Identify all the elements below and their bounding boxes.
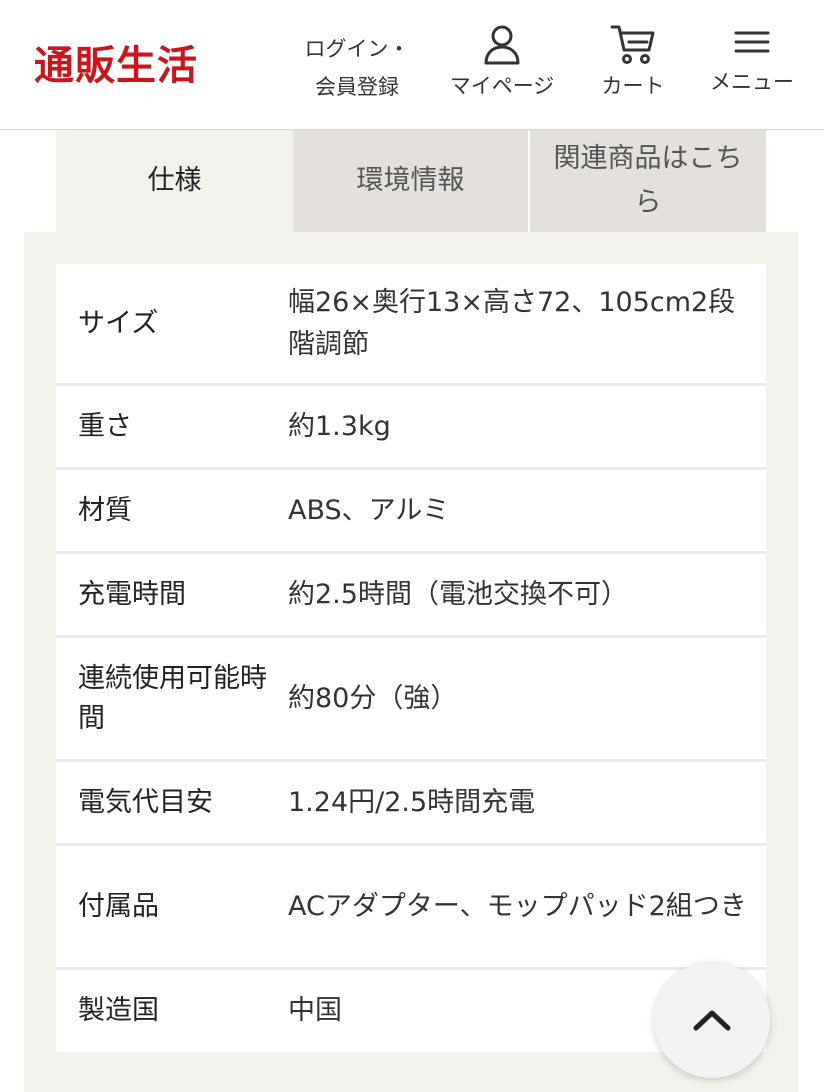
- spec-label: サイズ: [78, 307, 159, 339]
- spec-value: 幅26×奥行13×高さ72、105cm2段階調節: [288, 286, 736, 360]
- spec-tabs: 仕様 環境情報 関連商品はこちら: [56, 130, 766, 232]
- table-row: 連続使用可能時間 約80分（強）: [56, 638, 766, 762]
- spec-label: 充電時間: [78, 578, 186, 610]
- table-row: 付属品 ACアダプター、モップパッド2組つき: [56, 846, 766, 970]
- register-label: 会員登録: [315, 75, 399, 99]
- cart-link[interactable]: カート: [590, 22, 676, 100]
- chevron-up-icon: [693, 1010, 731, 1031]
- table-row: 材質 ABS、アルミ: [56, 470, 766, 554]
- site-header: 通販生活 ログイン・ 会員登録 マイページ カート メニュー: [0, 0, 824, 130]
- hamburger-icon: [734, 31, 770, 53]
- spec-value: ABS、アルミ: [288, 494, 450, 526]
- spec-label: 付属品: [78, 890, 159, 922]
- spec-label: 材質: [78, 494, 132, 526]
- spec-table: サイズ 幅26×奥行13×高さ72、105cm2段階調節 重さ 約1.3kg 材…: [56, 264, 766, 1052]
- menu-button[interactable]: メニュー: [700, 30, 804, 96]
- mypage-label: マイページ: [449, 74, 555, 98]
- table-row: 重さ 約1.3kg: [56, 386, 766, 470]
- cart-label: カート: [601, 74, 665, 98]
- table-row: 充電時間 約2.5時間（電池交換不可）: [56, 554, 766, 638]
- menu-label: メニュー: [710, 70, 794, 94]
- site-logo[interactable]: 通販生活: [34, 42, 198, 90]
- back-to-top-button[interactable]: [654, 962, 770, 1078]
- spec-value: 約80分（強）: [288, 682, 458, 714]
- spec-value: ACアダプター、モップパッド2組つき: [288, 890, 747, 922]
- login-register-link[interactable]: ログイン・ 会員登録: [292, 30, 422, 106]
- spec-label: 重さ: [78, 410, 132, 442]
- user-icon: [484, 25, 520, 65]
- cart-icon: [610, 25, 655, 64]
- tab-spec[interactable]: 仕様: [56, 130, 293, 232]
- tab-environment[interactable]: 環境情報: [293, 130, 528, 232]
- spec-value: 1.24円/2.5時間充電: [288, 786, 536, 818]
- spec-label: 連続使用可能時間: [78, 662, 267, 734]
- table-row: サイズ 幅26×奥行13×高さ72、105cm2段階調節: [56, 264, 766, 386]
- tab-related-products[interactable]: 関連商品はこちら: [530, 130, 766, 232]
- table-row: 電気代目安 1.24円/2.5時間充電: [56, 762, 766, 846]
- spec-value: 約1.3kg: [288, 410, 391, 442]
- spec-panel: サイズ 幅26×奥行13×高さ72、105cm2段階調節 重さ 約1.3kg 材…: [24, 232, 798, 1092]
- mypage-link[interactable]: マイページ: [440, 22, 564, 100]
- spec-label: 製造国: [78, 995, 159, 1026]
- spec-label: 電気代目安: [78, 786, 213, 818]
- spec-value: 約2.5時間（電池交換不可）: [288, 578, 628, 610]
- login-label: ログイン・: [304, 37, 410, 61]
